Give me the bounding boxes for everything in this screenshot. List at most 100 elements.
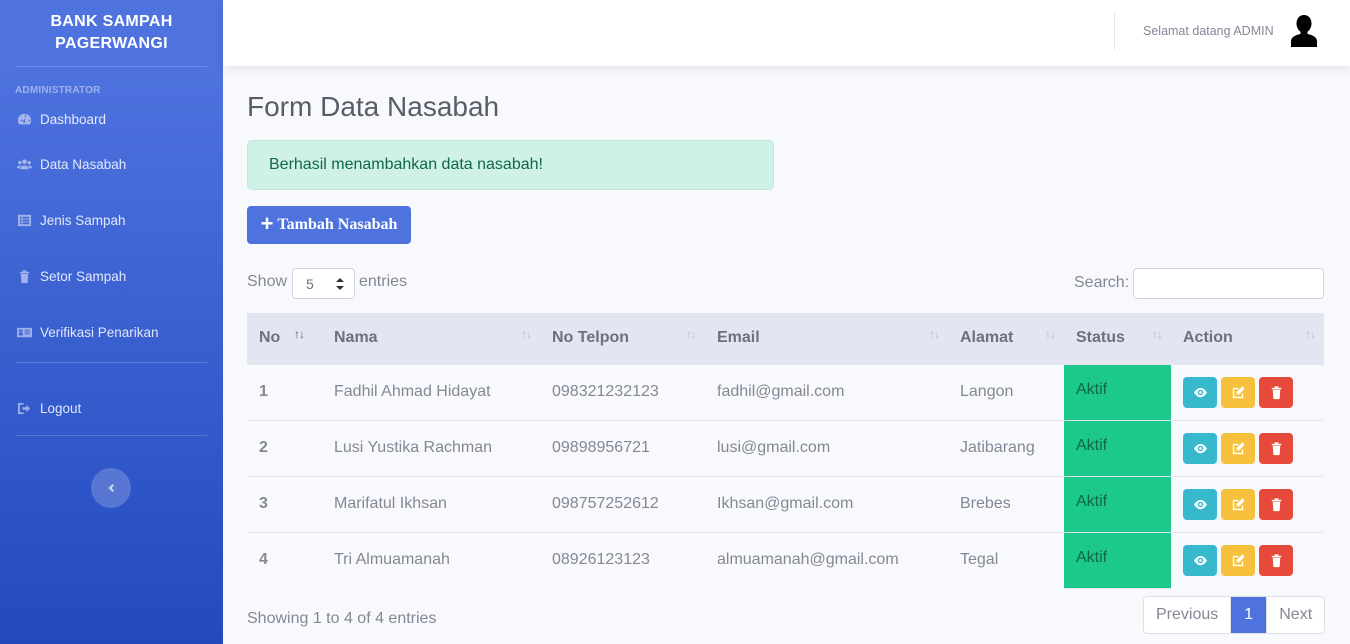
cell-email: almuamanah@gmail.com (717, 551, 899, 569)
th-nama[interactable]: Nama ↑↓ (322, 313, 540, 365)
add-nasabah-button[interactable]: + Tambah Nasabah (247, 206, 411, 244)
sidebar-item-dashboard[interactable]: Dashboard (0, 102, 223, 136)
sidebar-item-jenis-sampah[interactable]: Jenis Sampah (0, 192, 223, 248)
edit-icon (1232, 497, 1245, 510)
cell-status: Aktif (1064, 364, 1171, 421)
pagination-next[interactable]: Next (1267, 597, 1324, 633)
sidebar-item-label: Logout (40, 400, 82, 416)
cell-status: Aktif (1064, 532, 1171, 589)
sidebar-divider (16, 435, 207, 436)
search-input[interactable] (1133, 268, 1324, 299)
cell-action (1171, 420, 1324, 476)
show-label: Show (247, 273, 288, 290)
trash-icon (1271, 441, 1281, 455)
edit-button[interactable] (1221, 432, 1255, 464)
updown-caret-icon (336, 278, 344, 290)
tachometer-icon (16, 112, 32, 126)
id-card-icon (16, 325, 32, 339)
sidebar-item-logout[interactable]: Logout (0, 363, 223, 453)
sidebar-item-label: Dashboard (40, 111, 107, 127)
add-nasabah-label: Tambah Nasabah (277, 216, 398, 233)
cell-alamat: Jatibarang (960, 439, 1035, 456)
cell-nama: Fadhil Ahmad Hidayat (334, 383, 491, 401)
sidebar: BANK SAMPAH PAGERWANGI ADMINISTRATOR Das… (0, 0, 223, 644)
table-row: 2 Lusi Yustika Rachman 09898956721 lusi@… (247, 420, 1324, 477)
view-button[interactable] (1183, 544, 1217, 576)
plus-icon: + (260, 211, 274, 236)
sign-out-icon (16, 401, 32, 415)
cell-email: lusi@gmail.com (717, 439, 831, 456)
th-no[interactable]: No ↑↓ (247, 313, 322, 365)
search-label: Search: (1074, 274, 1130, 291)
cell-no: 2 (259, 439, 268, 456)
pagination-previous[interactable]: Previous (1144, 597, 1232, 633)
nasabah-table: No ↑↓ Nama ↑↓ No Telpon ↑↓ Email ↑↓ Alamat ↑↓… (247, 313, 1324, 589)
trash-icon (1271, 497, 1281, 511)
cell-telpon: 09898956721 (552, 439, 650, 456)
entries-value: 5 (306, 275, 314, 292)
users-icon (16, 157, 32, 171)
view-button[interactable] (1183, 432, 1217, 464)
pagination-page-1[interactable]: 1 (1231, 597, 1268, 633)
cell-alamat: Tegal (960, 551, 999, 569)
cell-no: 4 (259, 551, 268, 569)
sort-icon: ↑↓ (521, 327, 532, 341)
th-email[interactable]: Email ↑↓ (705, 313, 948, 365)
cell-action (1171, 532, 1324, 588)
list-icon (16, 213, 32, 227)
table-row: 3 Marifatul Ikhsan 098757252612 Ikhsan@g… (247, 476, 1324, 533)
view-button[interactable] (1183, 488, 1217, 520)
cell-alamat: Langon (960, 383, 1014, 401)
edit-button[interactable] (1221, 488, 1255, 520)
trash-icon (1271, 386, 1281, 399)
edit-button[interactable] (1221, 376, 1255, 408)
cell-nama: Marifatul Ikhsan (334, 495, 447, 512)
sort-icon: ↑↓ (294, 327, 305, 341)
delete-button[interactable] (1259, 432, 1293, 464)
brand[interactable]: BANK SAMPAH PAGERWANGI (0, 0, 223, 66)
user-icon[interactable] (1289, 14, 1319, 48)
sidebar-item-verifikasi-penarikan[interactable]: Verifikasi Penarikan (0, 304, 223, 360)
sidebar-item-label: Data Nasabah (40, 156, 127, 172)
delete-button[interactable] (1259, 488, 1293, 520)
th-status[interactable]: Status ↑↓ (1064, 313, 1171, 365)
sidebar-item-setor-sampah[interactable]: Setor Sampah (0, 248, 223, 304)
cell-action (1171, 364, 1324, 420)
sort-icon: ↑↓ (929, 327, 940, 341)
success-alert: Berhasil menambahkan data nasabah! (247, 140, 774, 190)
sidebar-item-data-nasabah[interactable]: Data Nasabah (0, 136, 223, 192)
table-info: Showing 1 to 4 of 4 entries (247, 610, 437, 627)
sidebar-item-label: Setor Sampah (40, 268, 127, 284)
page-title: Form Data Nasabah (247, 91, 500, 122)
chevron-left-icon (108, 484, 114, 492)
edit-button[interactable] (1221, 544, 1255, 576)
eye-icon (1193, 443, 1207, 453)
th-alamat[interactable]: Alamat ↑↓ (948, 313, 1064, 365)
edit-icon (1232, 554, 1245, 566)
cell-status: Aktif (1064, 420, 1171, 477)
cell-status: Aktif (1064, 476, 1171, 533)
trash-icon (16, 269, 32, 283)
cell-telpon: 098757252612 (552, 495, 659, 512)
entries-select[interactable]: 5 (292, 268, 355, 299)
sidebar-item-label: Jenis Sampah (40, 212, 126, 228)
cell-no: 3 (259, 495, 268, 512)
sidebar-toggle-button[interactable] (91, 468, 131, 508)
delete-button[interactable] (1259, 376, 1293, 408)
edit-icon (1232, 441, 1245, 454)
cell-telpon: 08926123123 (552, 551, 650, 569)
view-button[interactable] (1183, 376, 1217, 408)
delete-button[interactable] (1259, 544, 1293, 576)
entries-label: entries (359, 273, 408, 290)
table-row: 4 Tri Almuamanah 08926123123 almuamanah@… (247, 532, 1324, 589)
th-action[interactable]: Action ↑↓ (1171, 313, 1324, 365)
cell-action (1171, 476, 1324, 532)
th-no-telpon[interactable]: No Telpon ↑↓ (540, 313, 705, 365)
eye-icon (1193, 499, 1207, 509)
sort-icon: ↑↓ (1045, 327, 1056, 341)
pagination: Previous 1 Next (1143, 596, 1326, 634)
cell-email: fadhil@gmail.com (717, 383, 845, 401)
eye-icon (1193, 387, 1207, 397)
welcome-text[interactable]: Selamat datang ADMIN (1143, 24, 1274, 38)
sort-icon: ↑↓ (686, 327, 697, 341)
